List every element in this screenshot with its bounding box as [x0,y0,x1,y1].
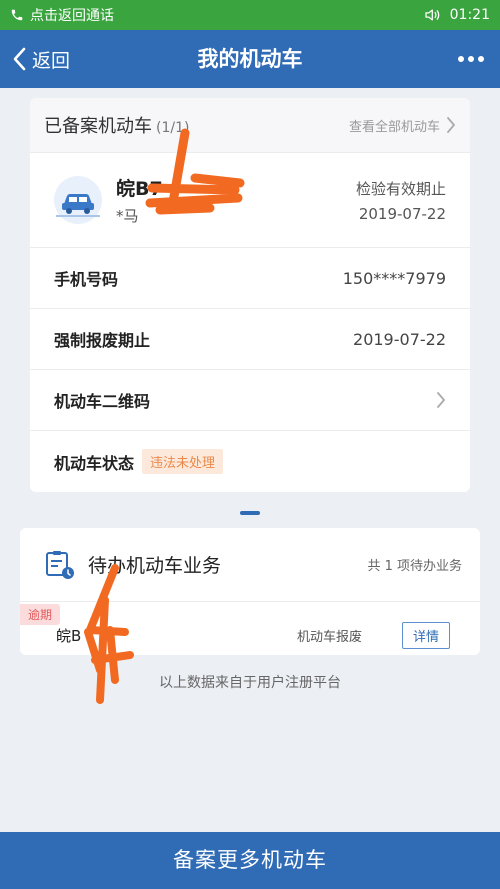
vehicle-qr-code-label: 机动车二维码 [54,392,151,411]
registered-header: 已备案机动车 (1/1) 查看全部机动车 [30,98,470,153]
scrap-deadline-label: 强制报废期止 [54,331,151,350]
registered-vehicle-card: 已备案机动车 (1/1) 查看全部机动车 皖B7 *马 检验有效期止 2019-0… [30,98,470,492]
phone-number-row: 手机号码 150****7979 [30,248,470,309]
clock-time: 01:21 [449,7,490,23]
view-all-label: 查看全部机动车 [348,119,440,135]
pending-title: 待办机动车业务 [88,555,222,577]
back-button[interactable]: 返回 [12,30,70,88]
page-title: 我的机动车 [197,47,303,71]
car-icon [54,176,102,224]
phone-number-value: 150****7979 [342,268,446,288]
speaker-icon [425,9,439,21]
status-badge: 违法未处理 [142,449,224,474]
registered-count: (1/1) [156,120,190,136]
data-source-note: 以上数据来自于用户注册平台 [159,675,341,691]
vehicle-qr-code-row[interactable]: 机动车二维码 [30,370,470,431]
register-more-vehicles-button[interactable]: 备案更多机动车 [0,832,500,889]
more-button[interactable] [458,30,484,88]
call-text: 点击返回通话 [30,8,114,24]
phone-number-label: 手机号码 [54,270,119,289]
vehicle-status-label: 机动车状态 [54,453,135,473]
vehicle-plate: 皖B7 [116,178,163,200]
pending-business-card: 待办机动车业务 共 1 项待办业务 逾期 皖B 机动车报废 详情 [20,528,480,655]
vehicle-summary-row[interactable]: 皖B7 *马 检验有效期止 2019-07-22 [30,153,470,248]
nav-bar: 我的机动车 返回 [0,30,500,88]
view-all-vehicles-link[interactable]: 查看全部机动车 [349,116,456,135]
pending-count: 共 1 项待办业务 [367,559,462,574]
chevron-left-icon [13,47,26,71]
pending-item-type: 机动车报废 [296,629,362,645]
pending-item-plate: 皖B [56,626,82,645]
task-clock-icon [46,550,74,579]
vehicle-status-row: 机动车状态 违法未处理 [30,431,470,492]
pending-item-row: 逾期 皖B 机动车报废 详情 [20,602,480,654]
phone-icon [11,9,23,21]
detail-button[interactable]: 详情 [401,621,450,649]
inspection-label: 检验有效期止 [355,179,446,198]
return-to-call[interactable]: 点击返回通话 [10,5,114,25]
vehicle-owner: *马 [116,207,139,225]
chevron-right-icon [447,117,455,133]
scrap-deadline-row: 强制报废期止 2019-07-22 [30,309,470,370]
pending-header: 待办机动车业务 共 1 项待办业务 [20,528,480,602]
overdue-tag: 逾期 [20,604,61,625]
scrap-deadline-value: 2019-07-22 [353,329,446,349]
registered-title: 已备案机动车 [44,116,152,137]
chevron-right-icon [437,392,445,408]
more-dot-icon [478,56,484,62]
status-bar: 点击返回通话 01:21 [0,0,500,30]
more-dot-icon [458,56,464,62]
more-dot-icon [468,56,474,62]
page-indicator [240,511,260,515]
back-label: 返回 [32,49,71,72]
inspection-date: 2019-07-22 [358,204,446,223]
